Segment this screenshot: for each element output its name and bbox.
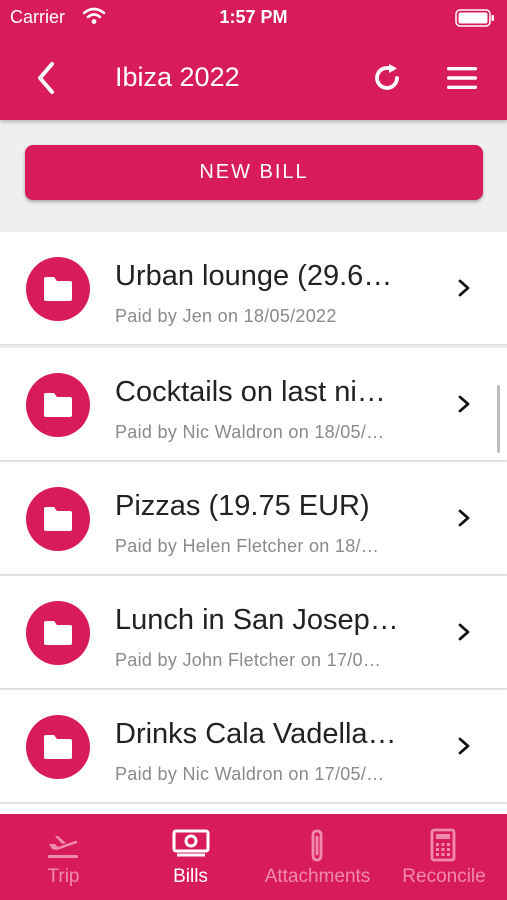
refresh-icon[interactable] xyxy=(370,61,404,95)
bill-paid-by: Paid by Jen on 18/05/2022 xyxy=(115,306,337,326)
folder-avatar xyxy=(26,715,90,779)
chevron-right-icon xyxy=(458,623,470,641)
bill-name: Cocktails on last ni… xyxy=(115,376,386,408)
page-title: Ibiza 2022 xyxy=(115,62,240,92)
hamburger-menu-icon[interactable] xyxy=(446,64,478,92)
bill-paid-by: Paid by Nic Waldron on 18/05/… xyxy=(115,422,385,442)
scrollbar[interactable] xyxy=(497,385,500,453)
new-bill-button[interactable]: NEW BILL xyxy=(25,145,483,200)
bills-list[interactable]: Urban lounge (29.6… Paid by Jen on 18/05… xyxy=(0,232,507,814)
folder-avatar xyxy=(26,601,90,665)
list-item[interactable]: Cocktails on last ni… Paid by Nic Waldro… xyxy=(0,348,507,460)
chevron-right-icon xyxy=(458,509,470,527)
tab-attachments[interactable]: Attachments xyxy=(254,814,381,900)
clock: 1:57 PM xyxy=(219,7,288,27)
plane-icon xyxy=(48,836,78,858)
nav-bar: Ibiza 2022 xyxy=(0,36,507,120)
bill-name: Urban lounge (29.6… xyxy=(115,260,393,292)
tab-reconcile[interactable]: Reconcile xyxy=(381,814,507,900)
list-item[interactable] xyxy=(0,804,507,814)
battery-icon xyxy=(455,9,494,27)
tab-label: Attachments xyxy=(264,866,371,887)
folder-avatar xyxy=(26,373,90,437)
calculator-icon xyxy=(430,828,456,862)
bill-paid-by: Paid by Helen Fletcher on 18/… xyxy=(115,536,380,556)
chevron-right-icon xyxy=(458,279,470,297)
tab-label: Bills xyxy=(173,866,208,887)
list-item[interactable]: Urban lounge (29.6… Paid by Jen on 18/05… xyxy=(0,232,507,344)
list-item[interactable]: Pizzas (19.75 EUR) Paid by Helen Fletche… xyxy=(0,462,507,574)
paperclip-icon xyxy=(311,829,323,862)
back-arrow-icon[interactable] xyxy=(30,58,64,98)
chevron-right-icon xyxy=(458,395,470,413)
folder-avatar xyxy=(26,487,90,551)
folder-avatar xyxy=(26,257,90,321)
tab-trip[interactable]: Trip xyxy=(0,814,127,900)
money-icon xyxy=(172,829,210,857)
bill-paid-by: Paid by Nic Waldron on 17/05/… xyxy=(115,764,385,784)
new-bill-container: NEW BILL xyxy=(0,120,507,228)
bill-paid-by: Paid by John Fletcher on 17/0… xyxy=(115,650,382,670)
tab-bills[interactable]: Bills xyxy=(127,814,254,900)
folder-icon xyxy=(44,507,72,531)
bill-name: Lunch in San Josep… xyxy=(115,604,399,636)
folder-icon xyxy=(44,277,72,301)
folder-icon xyxy=(44,735,72,759)
folder-icon xyxy=(44,393,72,417)
status-bar: Carrier 1:57 PM xyxy=(0,0,507,36)
bill-name: Pizzas (19.75 EUR) xyxy=(115,490,370,522)
tab-label: Reconcile xyxy=(402,866,486,887)
list-item[interactable]: Drinks Cala Vadella… Paid by Nic Waldron… xyxy=(0,690,507,802)
folder-icon xyxy=(44,621,72,645)
tab-label: Trip xyxy=(47,866,80,887)
list-item[interactable]: Lunch in San Josep… Paid by John Fletche… xyxy=(0,576,507,688)
tab-bar: Trip Bills Attachments Reconcile xyxy=(0,814,507,900)
chevron-right-icon xyxy=(458,737,470,755)
bill-name: Drinks Cala Vadella… xyxy=(115,718,397,750)
